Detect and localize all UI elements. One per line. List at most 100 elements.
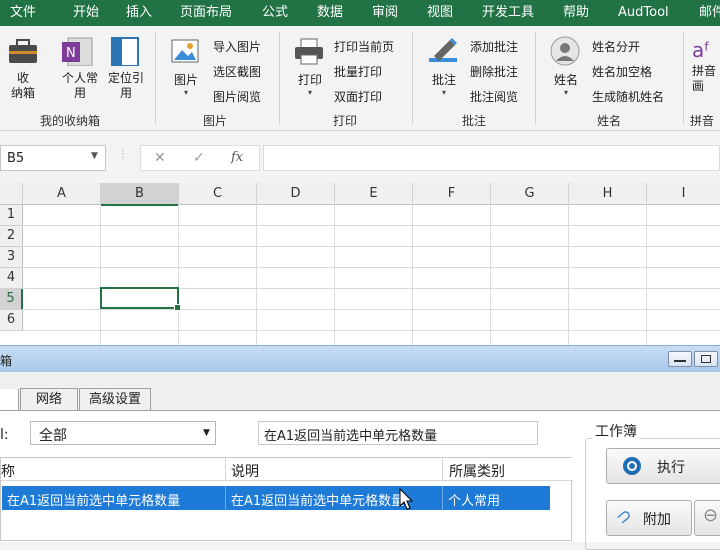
menu-audtool[interactable]: AudTool bbox=[618, 0, 669, 26]
picture-button[interactable]: 图片 ▾ bbox=[168, 36, 204, 97]
comment-button[interactable]: 批注 ▾ bbox=[426, 36, 462, 97]
attach-button[interactable]: ⊃ 附加 bbox=[606, 500, 692, 536]
row-header[interactable]: 6 bbox=[0, 310, 23, 331]
personal-common-label: 个人常 用 bbox=[61, 71, 98, 100]
column-header[interactable]: G bbox=[491, 183, 569, 205]
chevron-down-icon[interactable]: ▼ bbox=[91, 151, 98, 161]
group-picture-label: 图片 bbox=[203, 114, 228, 128]
toolbox-icon bbox=[9, 39, 37, 63]
user-icon bbox=[550, 36, 580, 66]
onenote-icon: N bbox=[62, 37, 93, 67]
row-header-active[interactable]: 5 bbox=[0, 289, 23, 310]
separator bbox=[412, 32, 413, 124]
menu-view[interactable]: 视图 bbox=[427, 0, 453, 26]
cancel-icon[interactable]: ✕ bbox=[154, 150, 166, 166]
cell-divider bbox=[442, 486, 443, 510]
formula-bar: B5 ▼ ⋮ ✕ ✓ fx bbox=[0, 131, 720, 181]
print-current-page-button[interactable]: 打印当前页 bbox=[334, 38, 394, 55]
menu-file[interactable]: 文件 bbox=[10, 0, 36, 26]
storage-label: 收 纳箱 bbox=[10, 71, 35, 100]
menu-home[interactable]: 开始 bbox=[73, 0, 99, 26]
row-category: 个人常用 bbox=[448, 494, 501, 509]
active-cell-b5[interactable] bbox=[100, 287, 181, 311]
random-name-button[interactable]: 生成随机姓名 bbox=[592, 88, 664, 105]
grid-line bbox=[22, 267, 720, 268]
column-header-active[interactable]: B bbox=[101, 183, 179, 206]
add-comment-button[interactable]: 添加批注 bbox=[470, 38, 518, 55]
menu-review[interactable]: 审阅 bbox=[372, 0, 398, 26]
column-header-description[interactable]: 说明 bbox=[231, 461, 259, 481]
print-label: 打印 bbox=[297, 73, 322, 87]
worksheet-grid[interactable]: A B C D E F G H I 1 2 3 4 5 6 bbox=[0, 183, 720, 345]
column-header[interactable]: E bbox=[335, 183, 413, 205]
minimize-button[interactable] bbox=[668, 351, 692, 367]
area-screenshot-button[interactable]: 选区截图 bbox=[213, 63, 261, 80]
import-picture-button[interactable]: 导入图片 bbox=[213, 38, 261, 55]
tab-active-clipped[interactable] bbox=[0, 389, 19, 411]
chevron-down-icon: ▾ bbox=[307, 88, 312, 97]
column-header[interactable]: D bbox=[257, 183, 335, 205]
maximize-button[interactable] bbox=[694, 351, 718, 367]
menu-data[interactable]: 数据 bbox=[317, 0, 343, 26]
picture-label: 图片 bbox=[173, 73, 198, 87]
category-select[interactable]: 全部 ▼ bbox=[30, 421, 216, 445]
column-header-name[interactable]: 称 bbox=[1, 461, 15, 481]
pinyin-icon: aᶠ bbox=[692, 38, 711, 62]
function-list[interactable]: 称 说明 所属类别 在A1返回当前选中单元格数量 在A1返回当前选中单元格数量 … bbox=[0, 457, 573, 541]
execute-button[interactable]: 执行 bbox=[606, 448, 720, 484]
column-header-category[interactable]: 所属类别 bbox=[449, 461, 505, 481]
row-header[interactable]: 2 bbox=[0, 226, 23, 247]
column-header[interactable]: I bbox=[647, 183, 720, 205]
menu-help[interactable]: 帮助 bbox=[563, 0, 589, 26]
name-split-button[interactable]: 姓名分开 bbox=[592, 38, 640, 55]
dialog-title: 箱 bbox=[0, 354, 13, 368]
menu-developer[interactable]: 开发工具 bbox=[482, 0, 534, 26]
storage-button[interactable]: 收 纳箱 bbox=[6, 36, 40, 101]
name-add-space-button[interactable]: 姓名加空格 bbox=[592, 63, 652, 80]
maximize-icon bbox=[701, 355, 711, 363]
paperclip-icon: ⊃ bbox=[612, 503, 638, 530]
menu-page-layout[interactable]: 页面布局 bbox=[180, 0, 232, 26]
chevron-down-icon: ▾ bbox=[441, 88, 446, 97]
column-divider[interactable] bbox=[225, 458, 226, 480]
group-comment-label: 批注 bbox=[462, 114, 487, 128]
name-box[interactable]: B5 ▼ bbox=[0, 145, 106, 171]
chevron-down-icon[interactable]: ▼ bbox=[203, 428, 210, 438]
list-item[interactable]: 在A1返回当前选中单元格数量 在A1返回当前选中单元格数量 个人常用 bbox=[2, 486, 550, 510]
printer-icon bbox=[295, 38, 323, 65]
column-header[interactable]: H bbox=[569, 183, 647, 205]
fill-handle[interactable] bbox=[174, 304, 181, 311]
column-header[interactable]: F bbox=[413, 183, 491, 205]
separator bbox=[683, 32, 684, 124]
delete-comment-button[interactable]: 删除批注 bbox=[470, 63, 518, 80]
row-header[interactable]: 3 bbox=[0, 247, 23, 268]
comment-browse-button[interactable]: 批注阅览 bbox=[470, 88, 518, 105]
menu-insert[interactable]: 插入 bbox=[126, 0, 152, 26]
insert-function-icon[interactable]: fx bbox=[231, 150, 243, 165]
print-button[interactable]: 打印 ▾ bbox=[292, 36, 328, 97]
row-header[interactable]: 1 bbox=[0, 205, 23, 226]
duplex-print-button[interactable]: 双面打印 bbox=[334, 88, 382, 105]
personal-common-button[interactable]: N 个人常 用 bbox=[58, 36, 102, 101]
tab-network[interactable]: 网络 bbox=[20, 388, 78, 411]
remove-button[interactable]: ⊖ bbox=[694, 500, 720, 536]
column-divider[interactable] bbox=[442, 458, 443, 480]
pinyin-button[interactable]: aᶠ 拼音 画 bbox=[692, 36, 720, 94]
batch-print-button[interactable]: 批量打印 bbox=[334, 63, 382, 80]
name-label: 姓名 bbox=[553, 73, 578, 87]
column-header[interactable]: A bbox=[23, 183, 101, 205]
locate-reference-button[interactable]: 定位引 用 bbox=[104, 36, 148, 101]
row-header[interactable]: 4 bbox=[0, 268, 23, 289]
picture-browse-button[interactable]: 图片阅览 bbox=[213, 88, 261, 105]
tab-advanced-settings[interactable]: 高级设置 bbox=[79, 388, 151, 411]
dialog-titlebar[interactable]: 箱 bbox=[0, 345, 720, 372]
menu-mail[interactable]: 邮件 bbox=[699, 0, 720, 26]
row-description: 在A1返回当前选中单元格数量 bbox=[231, 494, 405, 509]
column-header[interactable]: C bbox=[179, 183, 257, 205]
description-field[interactable]: 在A1返回当前选中单元格数量 bbox=[258, 421, 538, 445]
formula-input[interactable] bbox=[263, 145, 720, 171]
menu-formulas[interactable]: 公式 bbox=[262, 0, 288, 26]
confirm-icon[interactable]: ✓ bbox=[193, 150, 205, 166]
select-all-corner[interactable] bbox=[0, 183, 23, 205]
name-button[interactable]: 姓名 ▾ bbox=[548, 36, 584, 97]
